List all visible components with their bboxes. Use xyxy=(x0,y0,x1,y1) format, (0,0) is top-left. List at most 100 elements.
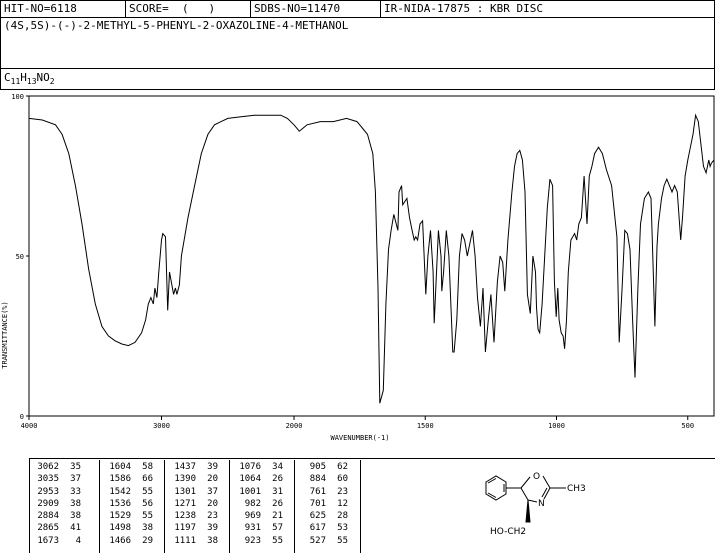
peak-wavenumber: 905 xyxy=(309,462,326,472)
formula-part: H xyxy=(20,71,27,84)
peak-column: 3062 35 3035 37 2953 33 2909 38 2884 38 2865 41 1673… xyxy=(31,461,81,547)
formula-part: C xyxy=(4,71,11,84)
hydroxymethyl-label: HO-CH2 xyxy=(490,527,526,537)
formula-part: NO xyxy=(36,71,50,84)
peak-transmittance: 38 xyxy=(142,523,153,534)
x-tick-label: 3000 xyxy=(153,422,170,430)
peak-transmittance: 55 xyxy=(337,535,348,546)
peak-row: 1586 66 xyxy=(103,473,153,485)
peak-transmittance: 29 xyxy=(142,535,153,546)
peak-column-divider xyxy=(294,460,295,553)
peak-transmittance: 38 xyxy=(70,498,81,509)
peak-row: 2865 41 xyxy=(31,522,81,534)
x-axis-label: WAVENUMBER(-1) xyxy=(330,434,389,442)
peak-transmittance: 58 xyxy=(142,462,153,472)
y-tick-label: 50 xyxy=(16,253,24,261)
peak-wavenumber: 1437 xyxy=(174,462,196,472)
peak-wavenumber: 1076 xyxy=(239,462,261,472)
peak-wavenumber: 2953 xyxy=(37,486,59,497)
peak-row: 1542 55 xyxy=(103,486,153,498)
peak-row: 1390 20 xyxy=(168,473,218,485)
peak-row: 884 60 xyxy=(298,473,348,485)
peak-row: 923 55 xyxy=(233,535,283,547)
x-tick-label: 500 xyxy=(681,422,694,430)
peak-wavenumber: 2884 xyxy=(37,511,59,522)
peak-wavenumber: 1111 xyxy=(174,535,196,546)
peak-transmittance: 26 xyxy=(272,498,283,509)
peak-transmittance: 38 xyxy=(70,511,81,522)
peak-transmittance: 37 xyxy=(207,486,218,497)
peak-wavenumber: 1536 xyxy=(109,498,131,509)
peak-column: 1437 39 1390 20 1301 37 1271 20 1238 23 1197 39 1111… xyxy=(168,461,218,547)
peak-wavenumber: 1301 xyxy=(174,486,196,497)
nitrogen-label: N xyxy=(538,499,545,509)
peak-transmittance: 21 xyxy=(272,511,283,522)
peak-transmittance: 26 xyxy=(272,474,283,485)
peak-column-divider xyxy=(164,460,165,553)
peak-transmittance: 35 xyxy=(70,462,81,472)
ir-spectrum-chart: 4000 3000 2000 1500 1000 500 0 50 100 WAVENUMBE… xyxy=(1,93,715,442)
plot-frame xyxy=(28,95,715,417)
peak-wavenumber: 625 xyxy=(309,511,326,522)
peak-row: 1529 55 xyxy=(103,510,153,522)
peak-row: 527 55 xyxy=(298,535,348,547)
peak-row: 1271 20 xyxy=(168,498,218,510)
peak-row: 1437 39 xyxy=(168,461,218,473)
peak-transmittance: 41 xyxy=(70,523,81,534)
peak-row: 1536 56 xyxy=(103,498,153,510)
peak-row: 701 12 xyxy=(298,498,348,510)
peak-column: 905 62 884 60 761 23 701 12 625 28 617 53 527 55 xyxy=(298,461,348,547)
peak-wavenumber: 923 xyxy=(244,535,261,546)
peak-transmittance: 60 xyxy=(337,474,348,485)
y-tick-label: 100 xyxy=(11,93,24,101)
peak-wavenumber: 1001 xyxy=(239,486,261,497)
peak-row: 2909 38 xyxy=(31,498,81,510)
peak-wavenumber: 701 xyxy=(309,498,326,509)
peak-transmittance: 55 xyxy=(142,511,153,522)
phenyl-ring xyxy=(485,475,507,501)
peak-wavenumber: 761 xyxy=(309,486,326,497)
peak-wavenumber: 931 xyxy=(244,523,261,534)
peak-transmittance: 28 xyxy=(337,511,348,522)
peak-column: 1604 58 1586 66 1542 55 1536 56 1529 55 1498 38 1466… xyxy=(103,461,153,547)
peak-row: 1001 31 xyxy=(233,486,283,498)
peak-column: 1076 34 1064 26 1001 31 982 26 969 21 931 57 923 55 xyxy=(233,461,283,547)
x-tick-label: 1500 xyxy=(417,422,434,430)
methyl-label: CH3 xyxy=(567,484,586,494)
score: SCORE= ( ) xyxy=(129,2,216,15)
peak-wavenumber: 1238 xyxy=(174,511,196,522)
peak-row: 905 62 xyxy=(298,461,348,473)
peak-transmittance: 53 xyxy=(337,523,348,534)
peak-wavenumber: 884 xyxy=(309,474,326,485)
x-tick-label: 1000 xyxy=(548,422,565,430)
sdbs-number: SDBS-NO=11470 xyxy=(254,2,341,15)
peak-wavenumber: 2865 xyxy=(37,523,59,534)
peak-transmittance: 23 xyxy=(207,511,218,522)
peak-row: 1197 39 xyxy=(168,522,218,534)
peak-transmittance: 39 xyxy=(207,462,218,472)
peak-wavenumber: 2909 xyxy=(37,498,59,509)
peak-wavenumber: 1542 xyxy=(109,486,131,497)
peak-wavenumber: 527 xyxy=(309,535,326,546)
peak-wavenumber: 3062 xyxy=(37,462,59,472)
peak-wavenumber: 969 xyxy=(244,511,261,522)
peak-wavenumber: 1498 xyxy=(109,523,131,534)
peak-wavenumber: 1529 xyxy=(109,511,131,522)
compound-name: (4S,5S)-(-)-2-METHYL-5-PHENYL-2-OXAZOLIN… xyxy=(4,19,349,32)
molecular-formula: C11H13NO2 xyxy=(4,71,55,86)
peak-wavenumber: 617 xyxy=(309,523,326,534)
peak-transmittance: 34 xyxy=(272,462,283,472)
peak-transmittance: 4 xyxy=(75,535,81,546)
peak-row: 625 28 xyxy=(298,510,348,522)
peak-row: 1301 37 xyxy=(168,486,218,498)
peak-transmittance: 20 xyxy=(207,474,218,485)
peak-wavenumber: 1390 xyxy=(174,474,196,485)
peak-transmittance: 55 xyxy=(142,486,153,497)
peak-row: 1238 23 xyxy=(168,510,218,522)
peak-row: 969 21 xyxy=(233,510,283,522)
oxygen-label: O xyxy=(533,472,540,482)
peak-transmittance: 39 xyxy=(207,523,218,534)
peak-transmittance: 12 xyxy=(337,498,348,509)
molecular-structure: O N CH3 HO-CH2 xyxy=(485,472,586,537)
peak-wavenumber: 1064 xyxy=(239,474,261,485)
